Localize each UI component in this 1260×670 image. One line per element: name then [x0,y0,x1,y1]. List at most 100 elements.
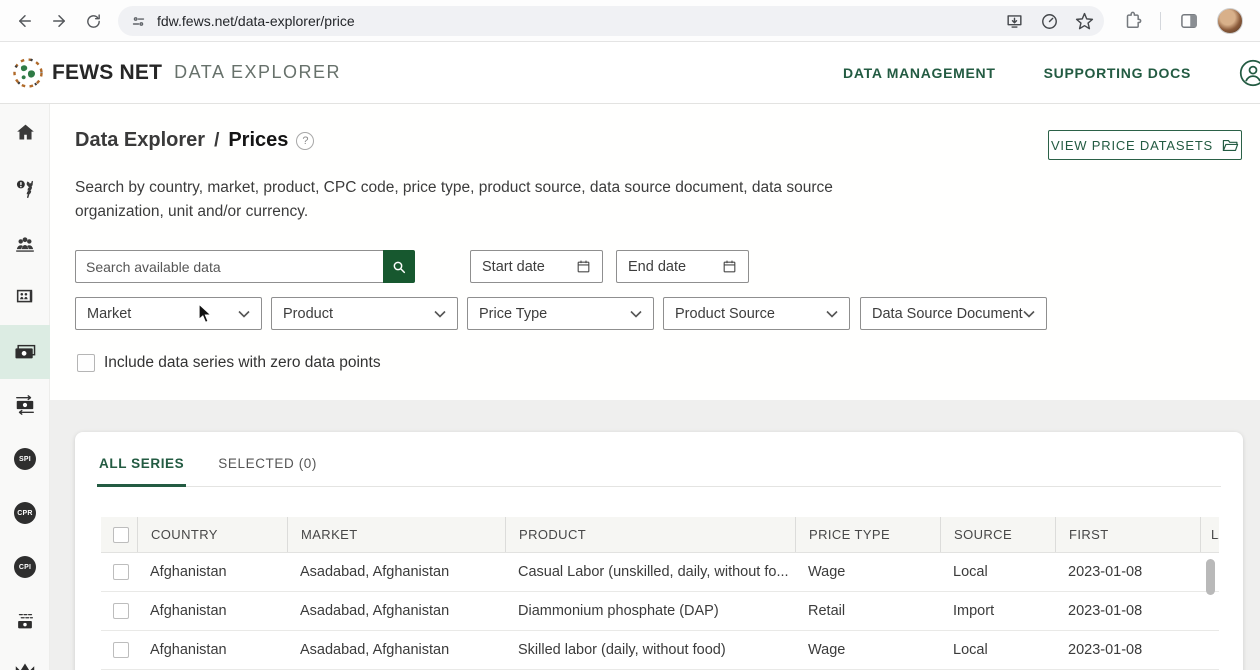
reload-icon [85,13,102,30]
chevron-down-icon [1023,310,1035,318]
select-all-checkbox[interactable] [113,527,129,543]
crop-alert-icon [14,178,36,200]
product-filter-dropdown[interactable]: Product [271,297,458,330]
view-price-datasets-label: VIEW PRICE DATASETS [1051,138,1213,153]
search-input[interactable] [75,250,383,283]
sidebar-item-prices[interactable] [0,325,50,379]
tab-selected[interactable]: SELECTED (0) [216,456,319,486]
page-title: Prices [228,129,288,152]
row-checkbox[interactable] [113,603,129,619]
sidebar-item-partial-bottom[interactable] [0,637,50,670]
side-panel-icon[interactable] [1179,11,1199,31]
extensions-icon[interactable] [1122,11,1142,31]
toolbar-separator [1160,12,1161,30]
filters-panel: Data Explorer / Prices ? VIEW PRICE DATA… [50,104,1260,400]
results-section: ALL SERIES SELECTED (0) COUNTRY MARKET P… [50,400,1260,670]
cell-price-type: Wage [795,631,940,669]
sidebar-item-spi[interactable]: SPI [0,432,50,486]
sidebar-item-cpi[interactable]: CPI [0,540,50,594]
product-source-filter-dropdown[interactable]: Product Source [663,297,850,330]
market-filter-dropdown[interactable]: Market [75,297,262,330]
address-bar[interactable]: fdw.fews.net/data-explorer/price [118,6,1104,36]
home-icon [15,122,36,143]
sidebar-item-food-security[interactable] [0,162,50,216]
sidebar-item-cpr[interactable]: CPR [0,486,50,540]
column-header-country[interactable]: COUNTRY [137,517,287,552]
app-header: FEWS NET DATA EXPLORER DATA MANAGEMENT S… [0,42,1260,104]
browser-reload-button[interactable] [80,8,106,34]
price-type-filter-dropdown[interactable]: Price Type [467,297,654,330]
column-header-market[interactable]: MARKET [287,517,505,552]
end-date-label: End date [628,259,686,275]
chevron-down-icon [434,310,446,318]
chevron-down-icon [238,310,250,318]
row-checkbox[interactable] [113,642,129,658]
product-filter-label: Product [283,306,434,322]
brand-name: FEWS NET [52,61,162,85]
performance-icon[interactable] [1040,12,1059,31]
cell-last [1200,631,1219,669]
table-row[interactable]: Afghanistan Asadabad, Afghanistan Diammo… [101,592,1219,631]
sidebar-item-home[interactable] [0,105,50,159]
table-row[interactable]: Afghanistan Asadabad, Afghanistan Casual… [101,553,1219,592]
install-app-icon[interactable] [1005,12,1024,31]
trade-flows-icon [13,394,37,416]
bookmark-star-icon[interactable] [1075,12,1094,31]
prices-banknote-icon [13,342,37,362]
browser-forward-button[interactable] [46,8,72,34]
data-source-document-filter-label: Data Source Document [872,306,1023,322]
breadcrumb-section[interactable]: Data Explorer [75,129,205,152]
nav-data-management[interactable]: DATA MANAGEMENT [843,65,996,81]
sidebar-item-markets[interactable] [0,270,50,324]
breadcrumb: Data Explorer / Prices ? [75,129,314,152]
cell-market: Asadabad, Afghanistan [287,592,505,630]
cell-last [1200,592,1219,630]
tab-all-series[interactable]: ALL SERIES [97,456,186,487]
data-source-document-filter-dropdown[interactable]: Data Source Document [860,297,1047,330]
cell-country: Afghanistan [137,553,287,591]
spi-badge-icon: SPI [14,448,36,470]
open-folder-icon [1222,138,1239,153]
cell-market: Asadabad, Afghanistan [287,631,505,669]
table-vertical-scrollbar[interactable] [1206,559,1215,595]
app-title: DATA EXPLORER [174,62,341,83]
url-text[interactable]: fdw.fews.net/data-explorer/price [157,13,1005,29]
row-checkbox-cell [101,592,137,630]
column-header-first[interactable]: FIRST [1055,517,1200,552]
table-header-row: COUNTRY MARKET PRODUCT PRICE TYPE SOURCE… [101,517,1219,553]
account-icon[interactable] [1239,59,1260,87]
calendar-icon [722,259,737,274]
forward-icon [50,12,68,30]
column-header-product[interactable]: PRODUCT [505,517,795,552]
search-button[interactable] [383,250,415,283]
cell-source: Import [940,592,1055,630]
price-type-filter-label: Price Type [479,306,630,322]
chevron-down-icon [826,310,838,318]
help-icon[interactable]: ? [296,132,314,150]
cell-price-type: Retail [795,592,940,630]
sidebar-item-trade-flows[interactable] [0,378,50,432]
people-group-icon [13,233,37,255]
column-header-last[interactable]: LAST [1200,517,1219,552]
column-header-source[interactable]: SOURCE [940,517,1055,552]
view-price-datasets-button[interactable]: VIEW PRICE DATASETS [1048,130,1242,160]
profile-avatar[interactable] [1217,8,1243,34]
cell-product: Casual Labor (unskilled, daily, without … [505,553,795,591]
cell-country: Afghanistan [137,592,287,630]
nav-supporting-docs[interactable]: SUPPORTING DOCS [1044,65,1191,81]
cell-first: 2023-01-08 [1055,553,1200,591]
zero-data-checkbox[interactable] [77,354,95,372]
table-row[interactable]: Afghanistan Asadabad, Afghanistan Skille… [101,631,1219,670]
browser-back-button[interactable] [12,8,38,34]
site-info-icon[interactable] [130,13,147,30]
start-date-field[interactable]: Start date [470,250,603,283]
cell-product: Skilled labor (daily, without food) [505,631,795,669]
end-date-field[interactable]: End date [616,250,749,283]
row-checkbox-cell [101,553,137,591]
column-header-price-type[interactable]: PRICE TYPE [795,517,940,552]
market-filter-label: Market [87,306,238,322]
cell-first: 2023-01-08 [1055,631,1200,669]
row-checkbox[interactable] [113,564,129,580]
cell-market: Asadabad, Afghanistan [287,553,505,591]
sidebar-item-population[interactable] [0,217,50,271]
